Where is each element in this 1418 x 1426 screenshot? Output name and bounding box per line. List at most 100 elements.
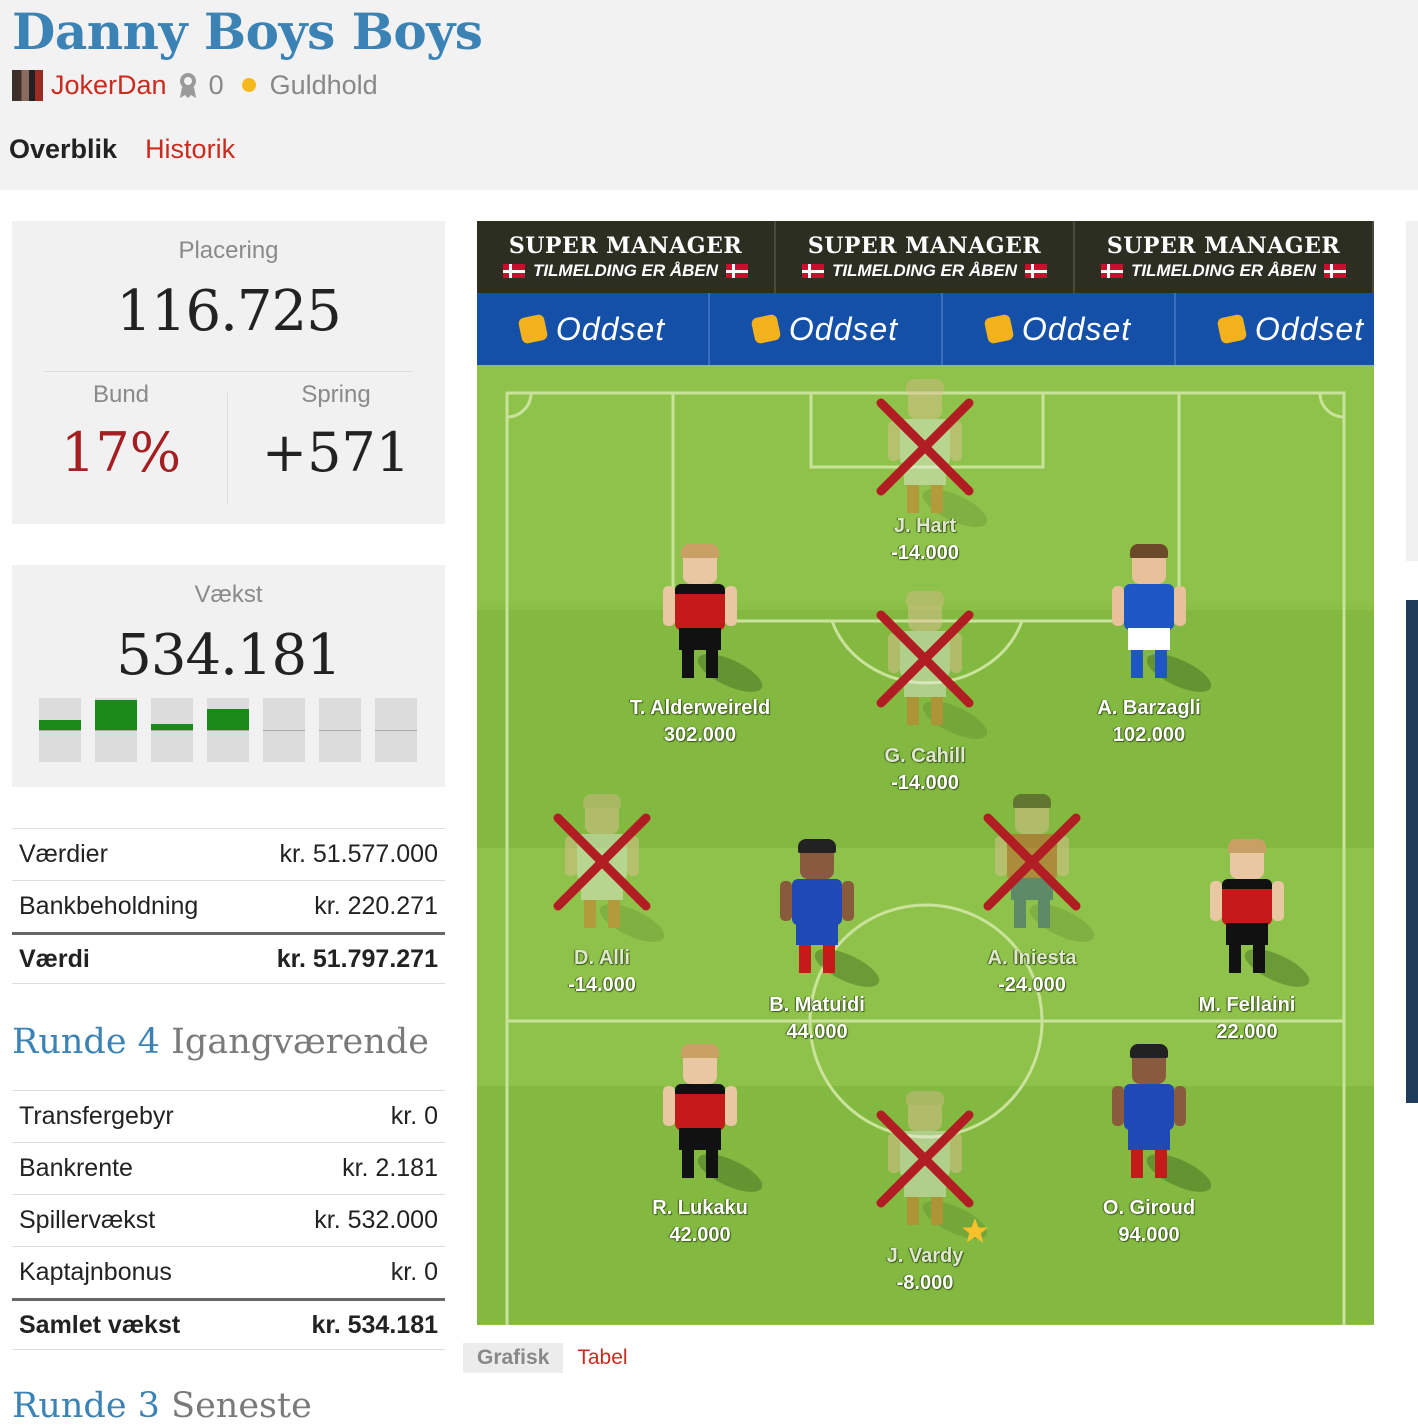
unavailable-x-icon — [876, 1110, 974, 1208]
bar-baseline — [375, 730, 417, 731]
banner-cell[interactable]: SUPER MANAGER TILMELDING ER ÅBEN — [776, 221, 1075, 293]
bottom-value: 17% — [60, 421, 182, 484]
row-value: kr. 0 — [390, 1102, 438, 1130]
oddset-logo-icon — [983, 313, 1015, 345]
player-score: -14.000 — [891, 542, 959, 564]
ranking-label: Placering — [178, 237, 279, 264]
player-gk[interactable]: J. Hart -14.000 — [835, 375, 1015, 564]
side-ad-panel[interactable] — [1406, 600, 1418, 1103]
player-m3[interactable]: A. Iniesta -24.000 — [942, 790, 1122, 996]
row-label: Transfergebyr — [19, 1102, 174, 1130]
tab-table[interactable]: Tabel — [563, 1343, 641, 1373]
award-icon — [179, 73, 196, 98]
bar-baseline — [95, 730, 137, 731]
table-total-row: Værdi kr. 51.797.271 — [12, 932, 445, 984]
player-name: O. Giroud — [1102, 1197, 1196, 1219]
danish-flag-icon — [726, 264, 749, 278]
team-tabs: Overblik Historik — [9, 134, 235, 165]
player-m2[interactable]: B. Matuidi 44.000 — [727, 835, 907, 1043]
banner-cell[interactable]: Oddset — [1176, 293, 1374, 365]
tab-overview[interactable]: Overblik — [9, 134, 117, 165]
table-row: Bankrente kr. 2.181 — [12, 1142, 445, 1194]
bar-baseline — [207, 730, 249, 731]
row-value: kr. 220.271 — [314, 892, 438, 920]
table-row: Transfergebyr kr. 0 — [12, 1090, 445, 1142]
jump-value: +571 — [261, 421, 411, 484]
row-label: Samlet vækst — [19, 1310, 181, 1339]
table-row: Spillervækst kr. 532.000 — [12, 1194, 445, 1246]
bar-baseline — [39, 730, 81, 731]
player-figure[interactable] — [1202, 835, 1315, 995]
row-label: Spillervækst — [19, 1206, 156, 1234]
avatar[interactable] — [12, 69, 43, 101]
row-label: Kaptajnbonus — [19, 1258, 172, 1286]
divider — [45, 371, 412, 372]
oddset-banner[interactable]: Oddset Oddset Oddset Oddset — [477, 293, 1374, 365]
player-figure[interactable] — [1104, 1040, 1217, 1200]
player-figure[interactable] — [772, 835, 885, 995]
banner-text: Oddset — [788, 310, 899, 347]
player-d3[interactable]: A. Barzagli 102.000 — [1059, 540, 1239, 746]
player-name: D. Alli — [574, 947, 630, 969]
row-value: kr. 532.000 — [314, 1206, 438, 1234]
player-score: 94.000 — [1118, 1224, 1180, 1246]
player-name: J. Hart — [893, 515, 957, 537]
player-f1[interactable]: R. Lukaku 42.000 — [610, 1040, 790, 1246]
round-number[interactable]: Runde 4 — [12, 1022, 160, 1062]
level-dot-icon — [241, 78, 256, 92]
banner-cell[interactable]: SUPER MANAGER TILMELDING ER ÅBEN — [1075, 221, 1374, 293]
tab-history[interactable]: Historik — [145, 134, 235, 165]
bar-fill — [151, 724, 193, 730]
growth-value: 534.181 — [116, 623, 342, 688]
player-name: M. Fellaini — [1198, 994, 1296, 1016]
bar-baseline — [319, 730, 361, 731]
banner-cell[interactable]: SUPER MANAGER TILMELDING ER ÅBEN — [477, 221, 776, 293]
banner-cell[interactable]: Oddset — [943, 293, 1176, 365]
round-current-table: Transfergebyr kr. 0 Bankrente kr. 2.181 … — [12, 1090, 445, 1350]
player-score: 42.000 — [669, 1224, 731, 1246]
growth-bar — [39, 698, 81, 762]
player-name: R. Lukaku — [652, 1197, 748, 1219]
jump-stat: Spring +571 — [227, 381, 445, 484]
banner-cell[interactable]: Oddset — [710, 293, 943, 365]
bar-baseline — [151, 730, 193, 731]
banner-cell[interactable]: Oddset — [477, 293, 710, 365]
table-row: Værdier kr. 51.577.000 — [12, 828, 445, 880]
round-status: Seneste — [171, 1386, 312, 1426]
growth-label: Vækst — [194, 581, 263, 608]
row-label: Bankbeholdning — [19, 892, 199, 920]
super-manager-banner[interactable]: SUPER MANAGER TILMELDING ER ÅBEN SUPER M… — [477, 221, 1374, 293]
unavailable-x-icon — [876, 610, 974, 708]
ranking-card: Placering 116.725 Bund 17% Spring +571 — [12, 221, 445, 524]
bar-fill — [39, 720, 81, 730]
banner-title: SUPER MANAGER — [807, 233, 1042, 259]
table-row: Kaptajnbonus kr. 0 — [12, 1246, 445, 1298]
player-name: J. Vardy — [886, 1245, 964, 1267]
banner-text: Oddset — [1254, 310, 1365, 347]
table-row: Bankbeholdning kr. 220.271 — [12, 880, 445, 932]
ranking-value: 116.725 — [116, 279, 342, 344]
player-figure[interactable] — [655, 1040, 768, 1200]
player-f2[interactable]: J. Vardy -8.000 — [835, 1087, 1015, 1294]
captain-star-icon — [962, 1218, 988, 1243]
player-name: B. Matuidi — [769, 994, 865, 1016]
player-d1[interactable]: T. Alderweireld 302.000 — [610, 540, 790, 746]
username-link[interactable]: JokerDan — [51, 70, 167, 101]
player-figure[interactable] — [1104, 540, 1217, 700]
oddset-logo-icon — [750, 313, 782, 345]
player-m4[interactable]: M. Fellaini 22.000 — [1157, 835, 1337, 1043]
player-f3[interactable]: O. Giroud 94.000 — [1059, 1040, 1239, 1246]
round-number[interactable]: Runde 3 — [12, 1386, 160, 1426]
unavailable-x-icon — [876, 398, 974, 496]
row-label: Bankrente — [19, 1154, 133, 1182]
player-d2[interactable]: G. Cahill -14.000 — [835, 587, 1015, 794]
round-status: Igangværende — [171, 1022, 429, 1062]
growth-bar — [263, 698, 305, 762]
player-m1[interactable]: D. Alli -14.000 — [512, 790, 692, 996]
tab-graphic[interactable]: Grafisk — [463, 1343, 564, 1373]
player-figure[interactable] — [655, 540, 768, 700]
bottom-label: Bund — [92, 381, 150, 408]
oddset-logo-icon — [1216, 313, 1248, 345]
bar-fill — [207, 709, 249, 730]
growth-bars — [39, 698, 417, 762]
